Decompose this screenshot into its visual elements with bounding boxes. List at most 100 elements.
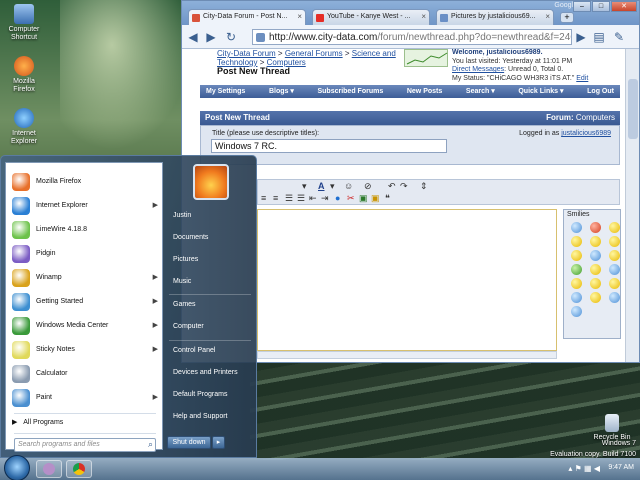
menu-subscribed-forums[interactable]: Subscribed Forums	[317, 85, 383, 98]
menu-search[interactable]: Search ▾	[466, 85, 495, 98]
align-left-icon[interactable]: ≡	[261, 193, 266, 203]
insert-image-icon[interactable]: ▣	[359, 193, 368, 204]
start-link-music[interactable]: Music	[173, 278, 191, 285]
smiley-icon[interactable]	[609, 250, 620, 261]
page-menu-icon[interactable]: ▤	[592, 30, 606, 44]
menu-my-settings[interactable]: My Settings	[206, 85, 245, 98]
smiley-icon[interactable]	[590, 222, 601, 233]
maximize-button[interactable]: □	[592, 1, 610, 12]
shutdown-button[interactable]: Shut down	[167, 436, 211, 449]
smiley-icon[interactable]	[571, 236, 582, 247]
menu-new-posts[interactable]: New Posts	[407, 85, 442, 98]
address-bar[interactable]: http://www.city-data.com/forum/newthread…	[252, 29, 572, 45]
user-avatar[interactable]	[193, 164, 229, 200]
submenu-arrow-icon[interactable]: ▶	[153, 387, 158, 409]
tray-expand-icon[interactable]: ▴	[568, 464, 572, 473]
submenu-arrow-icon[interactable]: ▶	[153, 195, 158, 217]
program-sticky-notes[interactable]: Sticky Notes ▶	[10, 339, 160, 361]
insert-media-icon[interactable]: ▣	[371, 193, 380, 204]
tab-youtube[interactable]: YouTube - Kanye West - ... ×	[312, 9, 430, 25]
start-search-input[interactable]: Search programs and files ⌕	[14, 438, 156, 452]
desktop-icon-recycle-bin[interactable]: Recycle Bin	[588, 414, 636, 442]
clock[interactable]: 9:47 AM	[608, 464, 634, 471]
smiley-icon[interactable]	[609, 292, 620, 303]
desktop-icon-firefox[interactable]: Mozilla Firefox	[0, 56, 48, 94]
redo-icon[interactable]: ↷	[400, 181, 408, 192]
back-arrow-icon[interactable]: ◀	[186, 30, 200, 44]
resize-icon[interactable]: ⇕	[420, 181, 428, 192]
program-firefox[interactable]: Mozilla Firefox	[10, 171, 160, 193]
flag-icon[interactable]: ⚑	[575, 464, 582, 473]
program-getting-started[interactable]: Getting Started ▶	[10, 291, 160, 313]
smiley-icon[interactable]	[590, 250, 601, 261]
desktop-icon-computer[interactable]: Computer Shortcut	[0, 4, 48, 42]
shutdown-options-arrow-icon[interactable]: ▸	[212, 436, 225, 449]
menu-log-out[interactable]: Log Out	[587, 85, 614, 98]
start-link-games[interactable]: Games	[173, 301, 196, 308]
start-link-default-programs[interactable]: Default Programs	[173, 391, 227, 398]
smiley-icon[interactable]	[571, 306, 582, 317]
outdent-icon[interactable]: ⇤	[309, 193, 317, 204]
insert-link-icon[interactable]: ●	[335, 193, 340, 203]
smiley-icon[interactable]	[590, 278, 601, 289]
new-tab-button[interactable]: +	[560, 12, 574, 23]
close-tab-icon[interactable]: ×	[545, 12, 550, 21]
program-limewire[interactable]: LimeWire 4.18.8	[10, 219, 160, 241]
logged-user-link[interactable]: justalicious6989	[561, 130, 611, 137]
menu-blogs[interactable]: Blogs ▾	[269, 85, 294, 98]
smiley-icon[interactable]	[571, 222, 582, 233]
start-link-computer[interactable]: Computer	[173, 323, 204, 330]
thread-title-input[interactable]: Windows 7 RC.	[211, 139, 447, 153]
start-link-control-panel[interactable]: Control Panel	[173, 347, 215, 354]
volume-icon[interactable]: ◀	[594, 464, 600, 473]
start-link-help-support[interactable]: Help and Support	[173, 413, 227, 420]
wrench-icon[interactable]: ✎	[612, 30, 626, 44]
start-link-devices-printers[interactable]: Devices and Printers	[173, 369, 238, 376]
ordered-list-icon[interactable]: ☰	[285, 193, 293, 204]
edit-status-link[interactable]: Edit	[576, 75, 588, 82]
message-editor[interactable]	[257, 209, 557, 351]
program-pidgin[interactable]: Pidgin	[10, 243, 160, 265]
smiley-icon[interactable]	[590, 236, 601, 247]
smiley-icon[interactable]	[590, 264, 601, 275]
undo-icon[interactable]: ↶	[388, 181, 396, 192]
font-dropdown-arrow-icon[interactable]: ▾	[302, 181, 307, 192]
network-icon[interactable]: ▦	[584, 464, 592, 473]
indent-icon[interactable]: ⇥	[321, 193, 329, 204]
breadcrumb-general-forums[interactable]: General Forums	[285, 49, 343, 58]
submenu-arrow-icon[interactable]: ▶	[153, 339, 158, 361]
submenu-arrow-icon[interactable]: ▶	[153, 267, 158, 289]
start-link-user[interactable]: Justin	[173, 212, 191, 219]
program-winamp[interactable]: Winamp ▶	[10, 267, 160, 289]
breadcrumb-city-data[interactable]: City-Data Forum	[217, 49, 276, 58]
breadcrumb-science[interactable]: Science and	[352, 49, 396, 58]
taskbar-chrome-button[interactable]	[66, 460, 92, 478]
page-vertical-scrollbar[interactable]	[625, 49, 639, 362]
forward-arrow-icon[interactable]: ▶	[204, 30, 218, 44]
smiley-icon[interactable]	[609, 236, 620, 247]
smiley-icon[interactable]	[571, 292, 582, 303]
submenu-arrow-icon[interactable]: ▶	[153, 315, 158, 337]
smiley-icon[interactable]	[609, 222, 620, 233]
remove-link-icon[interactable]: ✂	[347, 193, 355, 204]
close-tab-icon[interactable]: ×	[421, 12, 426, 21]
submenu-arrow-icon[interactable]: ▶	[153, 291, 158, 313]
color-dropdown-icon[interactable]: ▾	[330, 181, 335, 192]
smiley-icon[interactable]	[590, 292, 601, 303]
text-color-icon[interactable]: A	[318, 181, 325, 191]
quote-icon[interactable]: ❝	[385, 193, 390, 204]
desktop-icon-ie[interactable]: Internet Explorer	[0, 108, 48, 146]
program-paint[interactable]: Paint ▶	[10, 387, 160, 409]
scroll-thumb[interactable]	[628, 79, 638, 139]
close-button[interactable]: ✕	[611, 1, 637, 12]
smiley-icon[interactable]	[609, 278, 620, 289]
editor-horizontal-scrollbar[interactable]	[257, 351, 557, 359]
program-calculator[interactable]: Calculator	[10, 363, 160, 385]
tab-pictures[interactable]: Pictures by justalicious69... ×	[436, 9, 554, 25]
smiley-insert-icon[interactable]: ☺	[344, 181, 353, 191]
program-internet-explorer[interactable]: Internet Explorer ▶	[10, 195, 160, 217]
close-tab-icon[interactable]: ×	[297, 12, 302, 21]
start-link-pictures[interactable]: Pictures	[173, 256, 198, 263]
all-programs-button[interactable]: ▶ All Programs	[12, 418, 63, 426]
smiley-icon[interactable]	[571, 250, 582, 261]
